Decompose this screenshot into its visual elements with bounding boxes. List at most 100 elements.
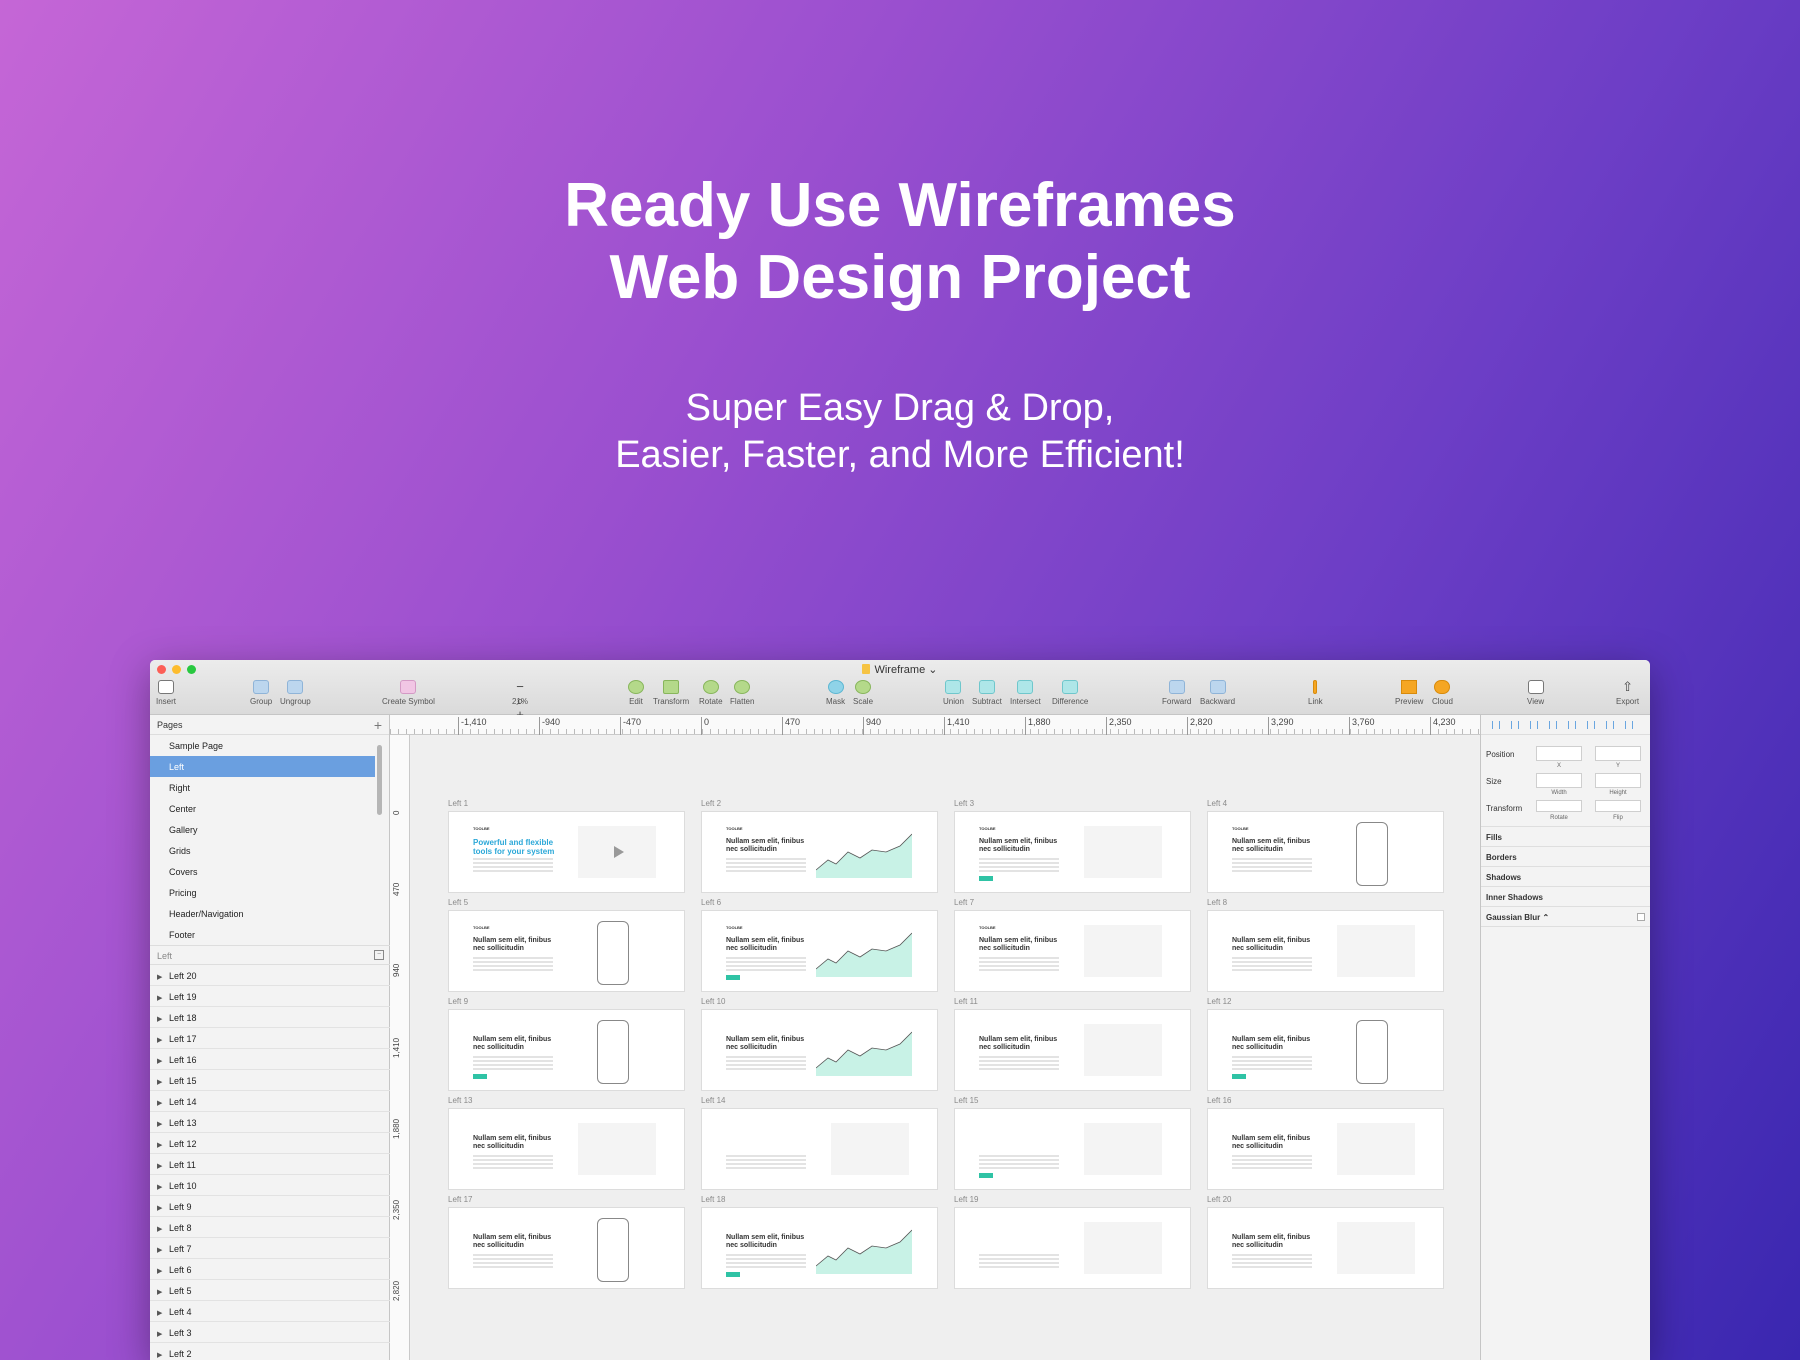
artboard[interactable]: TOOLBE Nullam sem elit, finibus nec solli…: [954, 910, 1191, 992]
insert-button[interactable]: Insert: [156, 680, 176, 706]
artboard-label[interactable]: Left 16: [1207, 1096, 1231, 1105]
subtract-button[interactable]: Subtract: [972, 680, 1002, 706]
mask-button[interactable]: Mask: [826, 680, 845, 706]
artboard[interactable]: Nullam sem elit, finibus nec sollicitudi…: [448, 1009, 685, 1091]
blur-checkbox[interactable]: [1637, 913, 1645, 921]
disclosure-triangle-icon[interactable]: ▶: [157, 973, 169, 981]
layer-item[interactable]: ▶ Left 8: [150, 1217, 390, 1238]
artboard-label[interactable]: Left 11: [954, 997, 978, 1006]
backward-button[interactable]: Backward: [1200, 680, 1235, 706]
layer-item[interactable]: ▶ Left 19: [150, 986, 390, 1007]
disclosure-triangle-icon[interactable]: ▶: [157, 1162, 169, 1170]
disclosure-triangle-icon[interactable]: ▶: [157, 1351, 169, 1359]
disclosure-triangle-icon[interactable]: ▶: [157, 1183, 169, 1191]
page-item-gallery[interactable]: Gallery: [150, 819, 389, 840]
zoom-control[interactable]: − ⌕ +21%: [512, 680, 528, 722]
union-button[interactable]: Union: [943, 680, 964, 706]
disclosure-triangle-icon[interactable]: ▶: [157, 1204, 169, 1212]
artboard-label[interactable]: Left 15: [954, 1096, 978, 1105]
artboard-label[interactable]: Left 14: [701, 1096, 725, 1105]
preview-button[interactable]: Preview: [1395, 680, 1423, 706]
artboard[interactable]: Nullam sem elit, finibus nec sollicitudi…: [1207, 1207, 1444, 1289]
artboard-label[interactable]: Left 13: [448, 1096, 472, 1105]
x-field[interactable]: [1536, 746, 1582, 761]
pages-scrollbar[interactable]: [377, 745, 382, 815]
forward-button[interactable]: Forward: [1162, 680, 1191, 706]
layer-item[interactable]: ▶ Left 9: [150, 1196, 390, 1217]
disclosure-triangle-icon[interactable]: ▶: [157, 1267, 169, 1275]
layer-item[interactable]: ▶ Left 7: [150, 1238, 390, 1259]
cloud-button[interactable]: Cloud: [1432, 680, 1453, 706]
artboard-label[interactable]: Left 6: [701, 898, 721, 907]
page-item-pricing[interactable]: Pricing: [150, 882, 389, 903]
layer-item[interactable]: ▶ Left 16: [150, 1049, 390, 1070]
artboard-label[interactable]: Left 19: [954, 1195, 978, 1204]
page-item-right[interactable]: Right: [150, 777, 389, 798]
vertical-ruler[interactable]: 04709401,4101,8802,3502,8203,290: [390, 735, 410, 1360]
layer-item[interactable]: ▶ Left 6: [150, 1259, 390, 1280]
artboard-label[interactable]: Left 5: [448, 898, 468, 907]
y-field[interactable]: [1595, 746, 1641, 761]
page-item-left[interactable]: Left: [150, 756, 375, 777]
page-item-center[interactable]: Center: [150, 798, 389, 819]
artboard[interactable]: Nullam sem elit, finibus nec sollicitudi…: [448, 1207, 685, 1289]
artboard-label[interactable]: Left 7: [954, 898, 974, 907]
artboard[interactable]: Nullam sem elit, finibus nec sollicitudi…: [954, 1009, 1191, 1091]
page-item-grids[interactable]: Grids: [150, 840, 389, 861]
collapse-icon[interactable]: −: [374, 950, 384, 960]
height-field[interactable]: [1595, 773, 1641, 788]
artboard[interactable]: TOOLBE Nullam sem elit, finibus nec solli…: [1207, 811, 1444, 893]
disclosure-triangle-icon[interactable]: ▶: [157, 1288, 169, 1296]
alignment-toolbar[interactable]: [1481, 715, 1650, 735]
artboard-label[interactable]: Left 1: [448, 799, 468, 808]
inspector-section[interactable]: Shadows: [1481, 867, 1650, 887]
transform-button[interactable]: Transform: [653, 680, 689, 706]
artboard[interactable]: TOOLBE Nullam sem elit, finibus nec solli…: [954, 811, 1191, 893]
inspector-section[interactable]: Borders: [1481, 847, 1650, 867]
add-page-icon[interactable]: +: [374, 717, 382, 733]
disclosure-triangle-icon[interactable]: ▶: [157, 994, 169, 1002]
artboard-label[interactable]: Left 9: [448, 997, 468, 1006]
width-field[interactable]: [1536, 773, 1582, 788]
inspector-section[interactable]: Gaussian Blur ⌃: [1481, 907, 1650, 927]
artboard[interactable]: Nullam sem elit, finibus nec sollicitudi…: [1207, 1108, 1444, 1190]
layer-item[interactable]: ▶ Left 11: [150, 1154, 390, 1175]
disclosure-triangle-icon[interactable]: ▶: [157, 1078, 169, 1086]
artboard-label[interactable]: Left 8: [1207, 898, 1227, 907]
artboard[interactable]: Nullam sem elit, finibus nec sollicitudi…: [701, 1009, 938, 1091]
layer-item[interactable]: ▶ Left 14: [150, 1091, 390, 1112]
disclosure-triangle-icon[interactable]: ▶: [157, 1141, 169, 1149]
disclosure-triangle-icon[interactable]: ▶: [157, 1246, 169, 1254]
layer-item[interactable]: ▶ Left 3: [150, 1322, 390, 1343]
disclosure-triangle-icon[interactable]: ▶: [157, 1225, 169, 1233]
artboard[interactable]: [954, 1207, 1191, 1289]
layer-item[interactable]: ▶ Left 2: [150, 1343, 390, 1360]
layer-item[interactable]: ▶ Left 5: [150, 1280, 390, 1301]
layer-item[interactable]: ▶ Left 10: [150, 1175, 390, 1196]
disclosure-triangle-icon[interactable]: ▶: [157, 1099, 169, 1107]
layer-item[interactable]: ▶ Left 20: [150, 965, 390, 986]
flatten-button[interactable]: Flatten: [730, 680, 754, 706]
artboard-label[interactable]: Left 2: [701, 799, 721, 808]
disclosure-triangle-icon[interactable]: ▶: [157, 1330, 169, 1338]
export-button[interactable]: ⇧ Export: [1616, 680, 1639, 707]
artboard[interactable]: TOOLBE Powerful and flexible tools for yo…: [448, 811, 685, 893]
artboard-label[interactable]: Left 3: [954, 799, 974, 808]
artboard[interactable]: Nullam sem elit, finibus nec sollicitudi…: [1207, 1009, 1444, 1091]
artboard-label[interactable]: Left 12: [1207, 997, 1231, 1006]
group-button[interactable]: Group: [250, 680, 272, 706]
page-item-footer[interactable]: Footer: [150, 924, 389, 945]
artboard-canvas[interactable]: Left 1 TOOLBE Powerful and flexible tools …: [411, 736, 1479, 1360]
artboard[interactable]: TOOLBE Nullam sem elit, finibus nec solli…: [701, 811, 938, 893]
disclosure-triangle-icon[interactable]: ▶: [157, 1120, 169, 1128]
artboard[interactable]: Nullam sem elit, finibus nec sollicitudi…: [701, 1207, 938, 1289]
artboard-label[interactable]: Left 18: [701, 1195, 725, 1204]
artboard[interactable]: Nullam sem elit, finibus nec sollicitudi…: [448, 1108, 685, 1190]
layer-item[interactable]: ▶ Left 13: [150, 1112, 390, 1133]
disclosure-triangle-icon[interactable]: ▶: [157, 1036, 169, 1044]
page-item-header-navigation[interactable]: Header/Navigation: [150, 903, 389, 924]
document-title[interactable]: Wireframe ⌄: [150, 663, 1650, 676]
artboard-label[interactable]: Left 20: [1207, 1195, 1231, 1204]
view-button[interactable]: View: [1527, 680, 1544, 706]
disclosure-triangle-icon[interactable]: ▶: [157, 1015, 169, 1023]
